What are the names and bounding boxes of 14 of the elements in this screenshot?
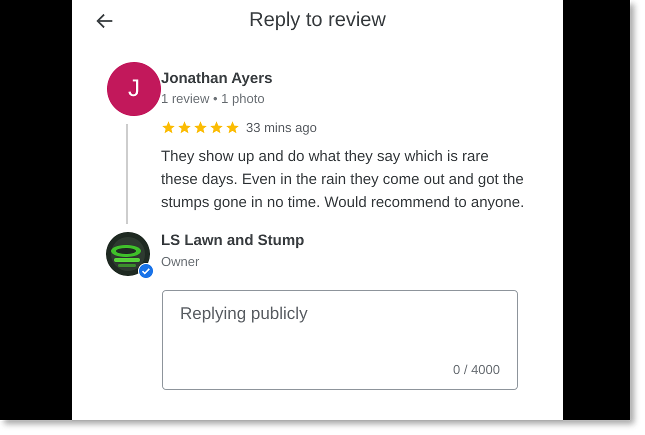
- character-counter: 0 / 4000: [453, 362, 500, 377]
- reviewer-name: Jonathan Ayers: [161, 70, 274, 87]
- star-icon: [177, 120, 192, 135]
- review-meta: 1 review • 1 photo: [161, 91, 266, 106]
- owner-role: Owner: [161, 254, 200, 269]
- star-icon: [209, 120, 224, 135]
- page-title: Reply to review: [249, 9, 386, 31]
- star-icon: [225, 120, 240, 135]
- review-time: 33 mins ago: [246, 120, 317, 135]
- review-text: They show up and do what they say which is rare these days. Even in the rain they come out and got the stumps gone in no time. Would recommend to anyone.: [161, 147, 526, 213]
- business-name: LS Lawn and Stump: [161, 232, 304, 249]
- user-avatar: J: [107, 62, 161, 116]
- star-icon: [161, 120, 176, 135]
- star-icon: [193, 120, 208, 135]
